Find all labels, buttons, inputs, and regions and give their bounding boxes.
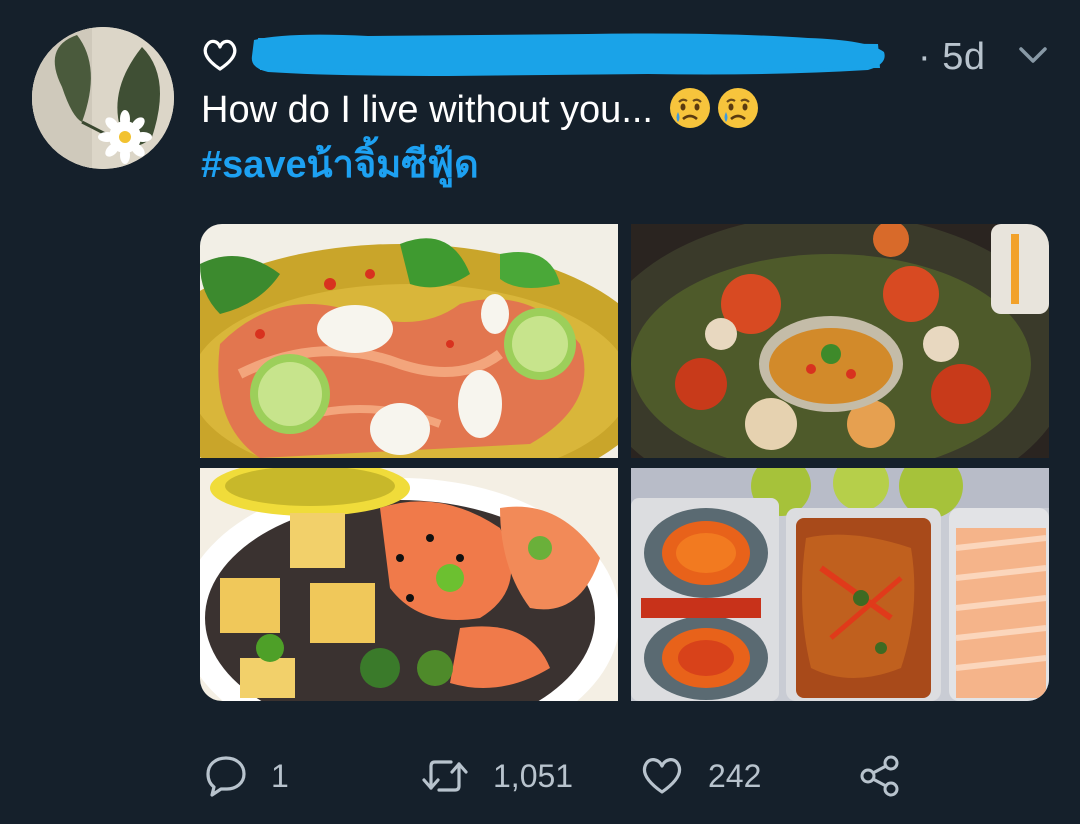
- reply-icon: [205, 754, 247, 798]
- share-button[interactable]: [858, 748, 902, 804]
- poke-bowl-photo[interactable]: [200, 468, 618, 701]
- redacted-username: [248, 30, 890, 78]
- salmon-ceviche-photo[interactable]: [200, 224, 618, 458]
- retweet-button[interactable]: 1,051: [421, 748, 573, 804]
- retweet-icon: [421, 754, 469, 798]
- tweet-card[interactable]: · 5d How do I live without you... #saveน…: [0, 0, 1080, 824]
- reply-button[interactable]: 1: [205, 748, 289, 804]
- retweet-count: 1,051: [493, 757, 574, 794]
- tweet-actions: 1 1,051 242: [0, 748, 1080, 804]
- like-count: 242: [708, 757, 762, 794]
- share-icon: [858, 754, 902, 798]
- heart-icon: [201, 37, 239, 73]
- takeout-seafood-photo[interactable]: [631, 468, 1049, 701]
- like-button[interactable]: 242: [640, 748, 761, 804]
- crying-face-icon: [668, 86, 712, 142]
- crab-platter-photo[interactable]: [631, 224, 1049, 458]
- media-grid: [200, 224, 1049, 701]
- chevron-down-icon[interactable]: [1016, 40, 1050, 70]
- tweet-body: How do I live without you...: [201, 89, 653, 131]
- reply-count: 1: [271, 757, 289, 794]
- tweet-text: How do I live without you...: [201, 86, 760, 142]
- avatar[interactable]: [32, 27, 174, 169]
- crying-face-icon: [716, 86, 760, 142]
- heart-outline-icon: [640, 755, 684, 797]
- timestamp[interactable]: · 5d: [918, 36, 985, 79]
- hashtag-link[interactable]: #saveน้าจิ้มซีฟู้ด: [201, 140, 479, 190]
